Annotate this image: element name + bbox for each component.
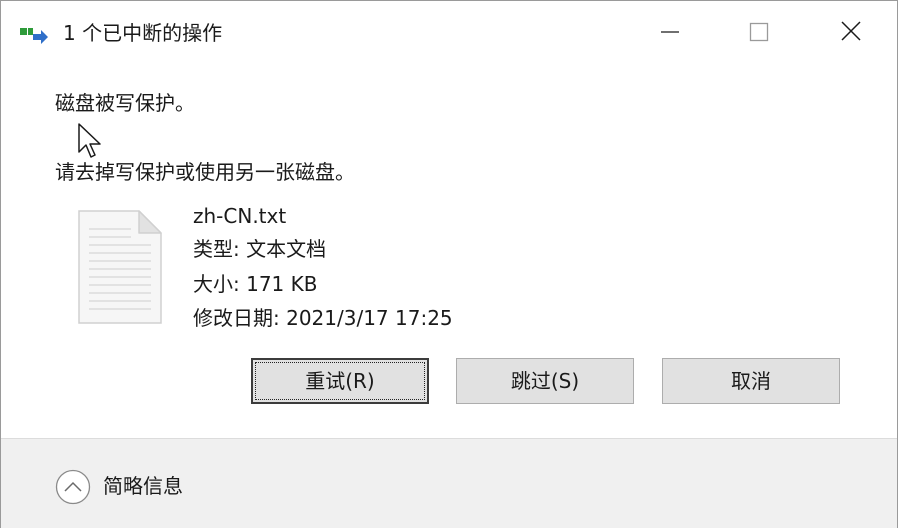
maximize-icon [749, 22, 769, 42]
text-document-icon [77, 209, 163, 325]
cancel-button-label: 取消 [731, 369, 771, 393]
window-title: 1 个已中断的操作 [63, 21, 223, 45]
fewer-details-toggle[interactable]: 简略信息 [55, 469, 205, 505]
close-icon [841, 21, 861, 41]
fewer-details-label: 简略信息 [103, 474, 183, 498]
minimize-icon [661, 31, 679, 33]
file-type: 类型: 文本文档 [193, 237, 327, 261]
title-bar[interactable]: 1 个已中断的操作 [1, 1, 897, 63]
skip-button[interactable]: 跳过(S) [456, 358, 634, 404]
chevron-up-circle-icon [55, 469, 91, 505]
file-name: zh-CN.txt [193, 204, 287, 228]
interrupted-action-dialog: 1 个已中断的操作 磁盘被写保护。 请去掉写保护或使用另一张磁盘。 zh-CN.… [0, 0, 898, 528]
minimize-button[interactable] [647, 11, 693, 53]
file-size: 大小: 171 KB [193, 272, 318, 296]
mouse-pointer-icon [77, 122, 103, 162]
retry-button[interactable]: 重试(R) [251, 358, 429, 404]
file-modified-date: 修改日期: 2021/3/17 17:25 [193, 306, 453, 330]
cancel-button[interactable]: 取消 [662, 358, 840, 404]
skip-button-label: 跳过(S) [510, 369, 580, 393]
file-move-icon [19, 25, 49, 45]
error-message: 磁盘被写保护。 [55, 91, 195, 115]
maximize-button[interactable] [737, 11, 783, 53]
dialog-footer: 简略信息 [1, 438, 897, 528]
close-button[interactable] [829, 11, 875, 53]
instruction-message: 请去掉写保护或使用另一张磁盘。 [55, 160, 355, 184]
focus-ring [255, 362, 425, 400]
